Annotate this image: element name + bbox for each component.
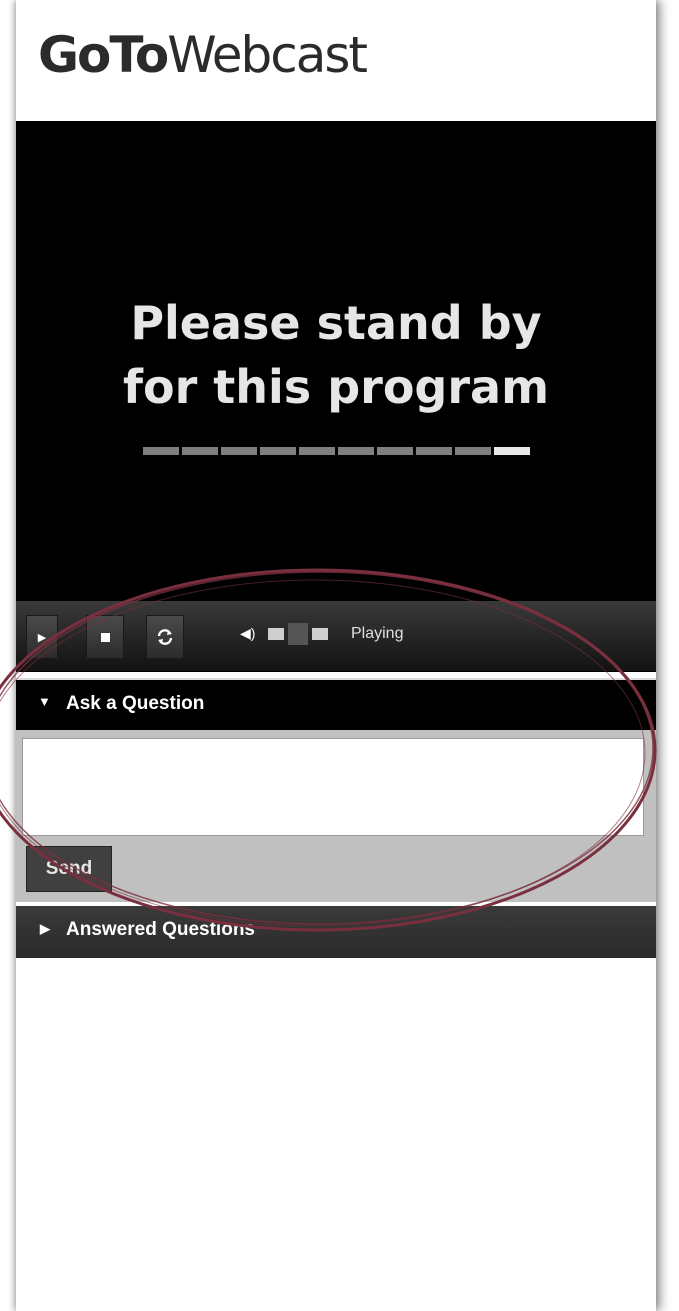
loading-segment-active [494, 447, 530, 455]
loading-segment [182, 447, 218, 455]
ask-question-label: Ask a Question [66, 693, 205, 714]
webcast-panel: GoToWebcast Please stand by for this pro… [16, 0, 656, 1311]
volume-track-right [312, 628, 328, 640]
send-button[interactable]: Send [26, 846, 112, 892]
volume-thumb[interactable] [288, 623, 308, 645]
triangle-right-icon: ▶ [40, 921, 50, 936]
gotowebcast-logo: GoToWebcast [38, 30, 368, 80]
loading-segment [338, 447, 374, 455]
loading-segment [260, 447, 296, 455]
volume-icon[interactable]: ◀) [240, 625, 255, 642]
refresh-icon [157, 629, 173, 645]
loading-segment [416, 447, 452, 455]
standby-line-2: for this program [122, 360, 550, 414]
loading-segment [299, 447, 335, 455]
refresh-button[interactable] [146, 615, 184, 659]
ask-question-header[interactable]: ▼ Ask a Question [16, 678, 656, 730]
ask-question-panel: Send [16, 730, 656, 902]
answered-questions-label: Answered Questions [66, 919, 255, 940]
logo-light-text: Webcast [167, 26, 368, 84]
logo-bold-text: GoTo [38, 26, 169, 84]
triangle-down-icon: ▼ [38, 694, 51, 709]
loading-segment [377, 447, 413, 455]
play-button[interactable]: ▶ [26, 615, 58, 659]
answered-questions-header[interactable]: ▶ Answered Questions [16, 906, 656, 958]
playback-status: Playing [351, 625, 404, 642]
standby-line-1: Please stand by [130, 296, 542, 350]
standby-message: Please stand by for this program [16, 291, 656, 419]
question-input[interactable] [22, 738, 644, 836]
loading-bar [143, 447, 530, 455]
volume-track-left [268, 628, 284, 640]
stop-button[interactable] [86, 615, 124, 659]
stop-icon [100, 632, 110, 642]
loading-segment [143, 447, 179, 455]
video-player[interactable]: Please stand by for this program [16, 121, 656, 601]
volume-slider[interactable] [268, 623, 332, 645]
player-controls: ▶ ◀) Playing [16, 601, 656, 672]
loading-segment [221, 447, 257, 455]
loading-segment [455, 447, 491, 455]
play-icon: ▶ [37, 631, 47, 644]
